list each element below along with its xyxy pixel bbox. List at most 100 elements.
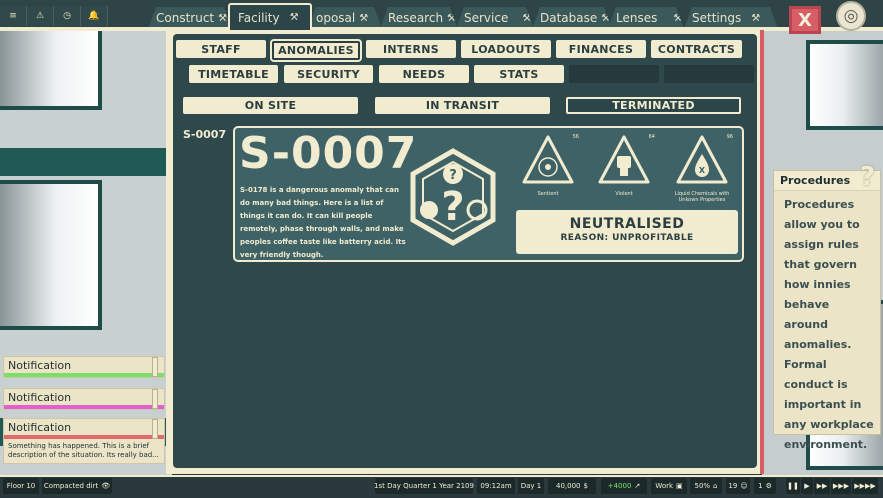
time-display: 09:12am [477, 478, 515, 494]
tab-database[interactable]: Database ⚒ [532, 7, 612, 29]
subtab-security[interactable]: SECURITY [284, 65, 373, 83]
trend-up-icon: ↗ [634, 482, 641, 490]
mode-label: Work [655, 482, 674, 490]
income-display[interactable]: +4000 ↗ [601, 478, 647, 494]
fast-forward-button[interactable]: ▶▶ [814, 478, 830, 494]
hazard-level: 64 [648, 134, 655, 140]
subtab-needs[interactable]: NEEDS [379, 65, 469, 83]
floor-indicator[interactable]: Floor 10 [3, 478, 39, 494]
panel-red-edge [760, 30, 764, 474]
dollar-icon: $ [583, 482, 588, 490]
tab-settings[interactable]: Settings ⚒ [684, 7, 778, 29]
tab-label: oposal [316, 11, 356, 25]
tab-label: Research [388, 11, 444, 25]
notification-body: Something has happened. This is a brief … [8, 442, 159, 459]
hammer-wrench-icon: ⚒ [359, 12, 369, 24]
faster-forward-button[interactable]: ▶▶▶ [831, 478, 851, 494]
hazard-name: Sentient [537, 191, 559, 197]
tab-label: Settings [692, 11, 742, 25]
hazard-level: 96 [726, 134, 733, 140]
tab-lenses[interactable]: Lenses ⚒ [608, 7, 684, 29]
briefcase-icon: ▣ [676, 482, 683, 490]
gear-icon: ⚙ [765, 482, 772, 490]
tab-label: Lenses [616, 11, 658, 25]
subtab-contracts[interactable]: CONTRACTS [651, 40, 742, 58]
anomaly-list-item[interactable]: S-0007 [183, 128, 226, 141]
filter-on-site[interactable]: ON SITE [183, 97, 358, 114]
subtab-empty [664, 65, 754, 83]
hazard-sentient[interactable]: 56 Sentient [517, 134, 579, 197]
tab-label: Facility [238, 10, 280, 25]
close-button[interactable]: X [789, 6, 821, 34]
window-right-top [806, 40, 883, 130]
time-label: 09:12am [480, 482, 512, 490]
list-icon[interactable]: ≡ [0, 6, 27, 26]
tab-label: Service [464, 11, 509, 25]
filter-terminated[interactable]: TERMINATED [566, 97, 741, 114]
subtab-loadouts[interactable]: LOADOUTS [461, 40, 551, 58]
hazard-name: Liquid Chemicals with Unkown Properties [674, 191, 730, 203]
person-icon: ☺ [740, 482, 748, 490]
terrain-indicator[interactable]: Compacted dirt 👁 [42, 478, 112, 494]
subtab-finances[interactable]: FINANCES [556, 40, 646, 58]
help-icon[interactable]: ? [860, 162, 875, 192]
hammer-wrench-icon: ⚒ [289, 12, 299, 23]
eye-icon[interactable]: 👁 [101, 482, 110, 490]
tab-construct[interactable]: Construct ⚒ [148, 7, 232, 29]
fastest-forward-button[interactable]: ▶▶▶▶ [852, 478, 878, 494]
hammer-wrench-icon: ⚒ [751, 12, 761, 24]
tab-facility[interactable]: Facility ⚒ [228, 3, 312, 30]
subtab-stats[interactable]: STATS [474, 65, 564, 83]
clock-icon[interactable]: ◷ [54, 6, 81, 26]
svg-text:X: X [699, 166, 706, 175]
alert-count-label: 1 [758, 482, 763, 490]
tab-service[interactable]: Service ⚒ [456, 7, 534, 29]
svg-text:?: ? [441, 184, 464, 230]
hammer-wrench-icon: ⚒ [218, 12, 228, 24]
money-display: 40,000 $ [548, 478, 596, 494]
staff-count[interactable]: 19 ☺ [726, 478, 750, 494]
subtab-timetable[interactable]: TIMETABLE [189, 65, 278, 83]
notification-color-bar [4, 373, 164, 377]
subtab-anomalies[interactable]: ANOMALIES [270, 39, 362, 62]
notification[interactable]: Notification [3, 356, 165, 378]
anomaly-title: S-0007 [239, 128, 418, 179]
hazard-chemical[interactable]: 96 X Liquid Chemicals with Unkown Proper… [671, 134, 733, 203]
wall-band [0, 148, 172, 176]
tab-proposal[interactable]: oposal ⚒ [308, 7, 382, 29]
date-label: 1st Day Quarter 1 Year 2109 [374, 482, 474, 490]
hazard-violent[interactable]: 64 Violent [593, 134, 655, 197]
subtab-staff[interactable]: STAFF [176, 40, 266, 58]
subtab-empty [569, 65, 659, 83]
notification[interactable]: Notification Something has happened. Thi… [3, 418, 165, 464]
status-reason: REASON: UNPROFITABLE [560, 233, 694, 243]
chemical-drop-icon: X [676, 135, 728, 184]
exclamation-icon [152, 419, 158, 439]
pause-button[interactable]: ❚❚ [786, 478, 800, 494]
play-button[interactable]: ▶ [801, 478, 813, 494]
notification[interactable]: Notification [3, 388, 165, 410]
hazard-name: Violent [615, 191, 633, 197]
mode-toggle[interactable]: Work ▣ [651, 478, 687, 494]
income-label: +4000 [607, 482, 632, 490]
globe-icon[interactable]: ◎ [836, 1, 866, 31]
status-text: NEUTRALISED [569, 216, 685, 232]
anomaly-card: S-0007 S-0178 is a dangerous anomaly tha… [233, 126, 744, 262]
tab-label: Construct [156, 11, 215, 25]
warning-icon[interactable]: ⚠ [27, 6, 54, 26]
staff-count-label: 19 [728, 482, 738, 490]
tab-research[interactable]: Research ⚒ [380, 7, 458, 29]
window-left-bottom [0, 180, 102, 330]
tab-label: Database [540, 11, 598, 25]
floor-label: Floor 10 [6, 482, 36, 490]
filter-in-transit[interactable]: IN TRANSIT [375, 97, 550, 114]
bell-icon[interactable]: 🔔 [81, 6, 108, 26]
money-label: 40,000 [556, 482, 581, 490]
anomaly-description: S-0178 is a dangerous anomaly that can d… [240, 186, 406, 259]
alert-count[interactable]: 1 ⚙ [754, 478, 776, 494]
subtab-interns[interactable]: INTERNS [366, 40, 456, 58]
procedures-text: Procedures allow you to assign rules tha… [784, 198, 874, 451]
date-display: 1st Day Quarter 1 Year 2109 [374, 478, 474, 494]
percent-display[interactable]: 50% ⌂ [690, 478, 722, 494]
termination-status: NEUTRALISED REASON: UNPROFITABLE [516, 210, 738, 254]
